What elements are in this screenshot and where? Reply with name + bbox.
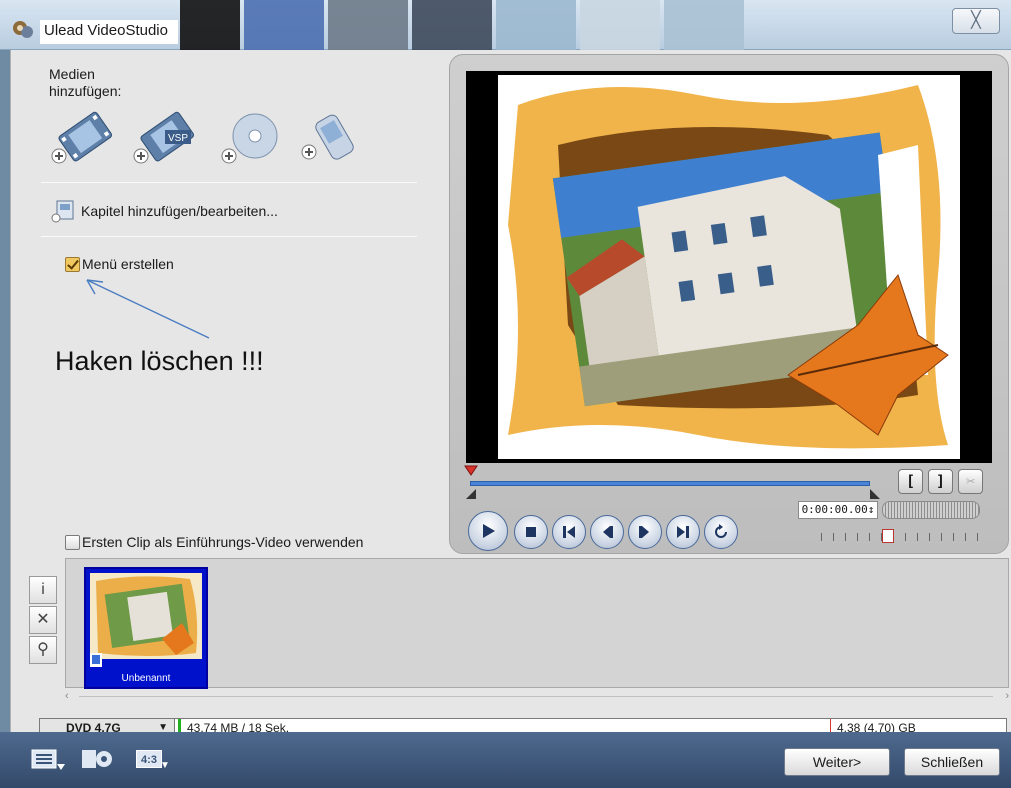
mark-in-button[interactable]: [: [898, 469, 923, 494]
add-chapter-button[interactable]: Kapitel hinzufügen/bearbeiten...: [51, 196, 278, 226]
cut-clip-button[interactable]: ✂: [958, 469, 983, 494]
create-menu-checkbox[interactable]: [65, 256, 80, 272]
previous-frame-button[interactable]: [590, 515, 624, 549]
skip-end-icon: [677, 526, 689, 538]
intro-clip-checkbox[interactable]: [65, 534, 80, 550]
clip-name: Unbenannt: [121, 673, 171, 684]
vsp-badge: VSP: [168, 133, 188, 144]
next-frame-button[interactable]: [628, 515, 662, 549]
window-title: Ulead VideoStudio: [40, 20, 178, 44]
timeline-scrubber[interactable]: [464, 465, 880, 499]
info-button[interactable]: i: [29, 576, 57, 604]
mark-out-button[interactable]: ]: [928, 469, 953, 494]
intro-clip-option[interactable]: Ersten Clip als Einführungs-Video verwen…: [65, 534, 363, 550]
add-disc-button[interactable]: [219, 108, 285, 168]
delete-clip-button[interactable]: ✕: [29, 606, 57, 634]
go-to-start-button[interactable]: [552, 515, 586, 549]
annotation-arrow-icon: [86, 279, 210, 339]
chapter-flag-icon: [90, 653, 102, 667]
chapter-icon: [51, 200, 74, 223]
add-vsp-project-icon: VSP: [133, 111, 195, 164]
project-settings-icon[interactable]: [80, 746, 116, 774]
title-bar: Ulead VideoStudio ╳: [0, 0, 1011, 50]
step-forward-icon: [639, 526, 649, 538]
scroll-track[interactable]: [79, 696, 993, 697]
shuttle-knob[interactable]: [882, 529, 894, 543]
divider: [41, 182, 417, 183]
add-mobile-device-icon: [301, 114, 354, 160]
skip-start-icon: [563, 526, 575, 538]
divider: [41, 236, 417, 237]
title-decoration: [180, 0, 748, 50]
create-menu-label: Menü erstellen: [82, 256, 174, 272]
add-video-icon: [51, 111, 113, 164]
zoom-button[interactable]: ⚲: [29, 636, 57, 664]
scroll-left-icon[interactable]: ‹: [65, 690, 69, 702]
add-video-button[interactable]: [49, 108, 115, 168]
library-scrollbar[interactable]: ‹ ›: [65, 690, 1009, 704]
repeat-icon: [715, 524, 727, 538]
trim-end-icon[interactable]: [870, 489, 880, 499]
timecode-display[interactable]: 0:00:00.00↕: [798, 501, 878, 519]
intro-clip-label: Ersten Clip als Einführungs-Video verwen…: [82, 534, 364, 550]
chevron-down-icon: ▼: [160, 760, 170, 771]
window-close-button[interactable]: ╳: [952, 8, 1000, 34]
delete-icon: ✕: [36, 611, 50, 628]
scissors-icon: ✂: [965, 472, 976, 490]
clip-thumbnail[interactable]: Unbenannt: [84, 567, 208, 689]
play-icon: [483, 524, 495, 538]
add-vsp-project-button[interactable]: VSP: [131, 108, 197, 168]
clip-library[interactable]: Unbenannt: [65, 558, 1009, 689]
add-disc-icon: [221, 113, 278, 164]
next-button[interactable]: Weiter>: [784, 748, 890, 776]
aspect-ratio-label: 4:3: [136, 750, 162, 768]
jog-wheel[interactable]: [882, 501, 980, 519]
clip-preview-image: [90, 573, 202, 659]
aspect-ratio-button[interactable]: 4:3 ▼: [134, 746, 170, 774]
preview-panel: [ ] ✂ 0:00:00.00↕: [449, 54, 1009, 554]
app-logo-icon: [13, 21, 33, 38]
step-back-icon: [603, 526, 613, 538]
repeat-button[interactable]: [704, 515, 738, 549]
annotation-text: Haken löschen !!!: [55, 346, 264, 376]
list-options-icon[interactable]: [30, 746, 66, 774]
add-chapter-label: Kapitel hinzufügen/bearbeiten...: [81, 203, 278, 219]
trim-start-icon[interactable]: [466, 489, 476, 499]
play-button[interactable]: [468, 511, 508, 551]
magnifier-icon: ⚲: [37, 641, 49, 658]
clip-tools: i ✕ ⚲: [29, 576, 57, 666]
close-button[interactable]: Schließen: [904, 748, 1000, 776]
add-media-label: Medien hinzufügen:: [49, 66, 122, 99]
bottom-toolbar: 4:3 ▼ Weiter> Schließen: [0, 732, 1011, 788]
add-mobile-device-button[interactable]: [297, 108, 363, 168]
go-to-end-button[interactable]: [666, 515, 700, 549]
stop-button[interactable]: [514, 515, 548, 549]
shuttle-slider[interactable]: [812, 529, 982, 545]
close-icon: ╳: [971, 12, 981, 29]
mark-position-icon: [464, 465, 478, 476]
preview-screen: [466, 71, 992, 463]
scroll-right-icon[interactable]: ›: [1005, 690, 1009, 702]
info-icon: i: [41, 581, 45, 598]
preview-image: [498, 75, 960, 459]
main-panel: Medien hinzufügen: VSP Kapitel hinzufüge…: [10, 50, 1011, 738]
stop-icon: [526, 527, 536, 537]
scrubber-track[interactable]: [470, 481, 870, 486]
create-menu-option[interactable]: Menü erstellen: [65, 256, 174, 272]
